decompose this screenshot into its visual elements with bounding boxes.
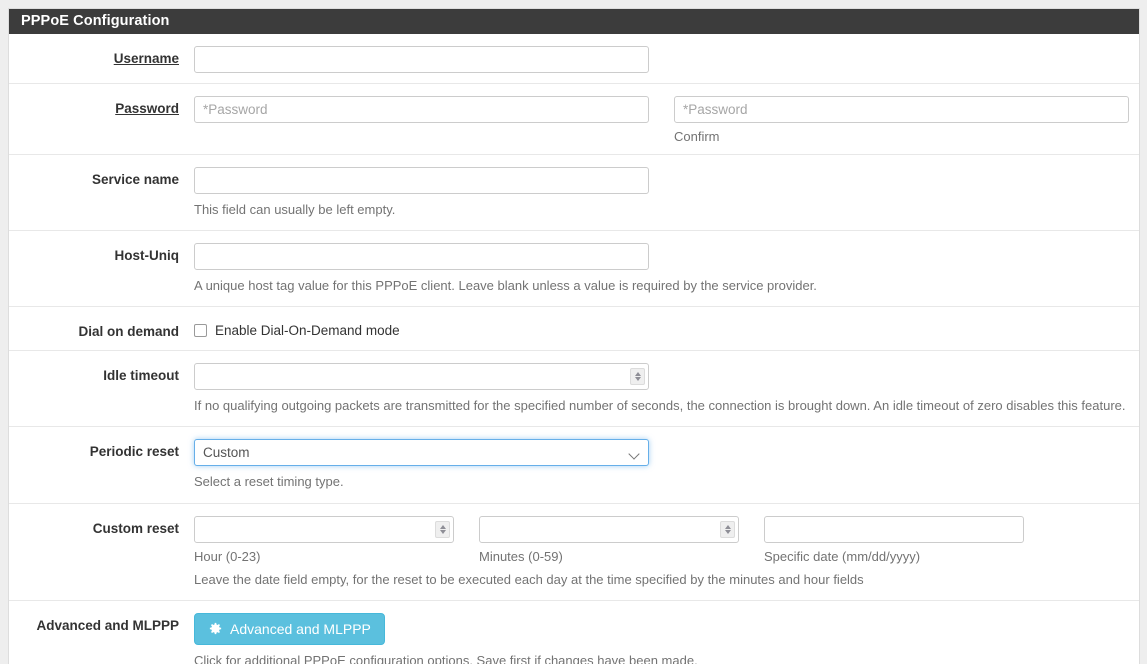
periodic-reset-label: Periodic reset <box>9 439 194 459</box>
form-row-password: Password Confirm <box>9 84 1139 155</box>
page-root: PPPoE Configuration Username Password <box>0 0 1147 664</box>
advanced-mlppp-label: Advanced and MLPPP <box>9 613 194 633</box>
username-label-cell: Username <box>9 46 194 66</box>
custom-reset-date-input[interactable] <box>764 516 1024 543</box>
periodic-reset-select-wrap: Custom <box>194 439 649 466</box>
username-label: Username <box>114 51 179 66</box>
custom-reset-field-cell: Hour (0-23) Minutes (0-59) <box>194 516 1139 590</box>
periodic-reset-select[interactable]: Custom <box>194 439 649 466</box>
form-row-idle-timeout: Idle timeout If no qualifying outgoing p… <box>9 351 1139 427</box>
dial-on-demand-checkbox-row[interactable]: Enable Dial-On-Demand mode <box>194 319 1129 338</box>
form-row-custom-reset: Custom reset Hour (0-23) <box>9 504 1139 601</box>
panel-title: PPPoE Configuration <box>9 9 1139 34</box>
advanced-mlppp-help: Click for additional PPPoE configuration… <box>194 651 1129 664</box>
custom-reset-hour-col: Hour (0-23) <box>194 516 454 564</box>
service-name-help: This field can usually be left empty. <box>194 200 1129 220</box>
password-input[interactable] <box>194 96 649 123</box>
custom-reset-minutes-stepper[interactable] <box>720 521 735 538</box>
idle-timeout-label: Idle timeout <box>9 363 194 383</box>
panel-body: Username Password <box>9 34 1139 664</box>
host-uniq-field-cell: A unique host tag value for this PPPoE c… <box>194 243 1139 296</box>
form-row-advanced-mlppp: Advanced and MLPPP Advanced and MLPPP Cl… <box>9 601 1139 664</box>
password-label-cell: Password <box>9 96 194 116</box>
password-confirm-label: Confirm <box>674 129 1129 144</box>
dial-on-demand-field-cell: Enable Dial-On-Demand mode <box>194 319 1139 338</box>
form-row-username: Username <box>9 34 1139 84</box>
advanced-mlppp-button[interactable]: Advanced and MLPPP <box>194 613 385 645</box>
pppoe-configuration-panel: PPPoE Configuration Username Password <box>8 8 1140 664</box>
idle-timeout-input[interactable] <box>194 363 649 390</box>
idle-timeout-help: If no qualifying outgoing packets are tr… <box>194 396 1129 416</box>
custom-reset-minutes-sublabel: Minutes (0-59) <box>479 549 739 564</box>
stepper-down-icon[interactable] <box>440 530 446 534</box>
stepper-down-icon[interactable] <box>635 377 641 381</box>
idle-timeout-stepper[interactable] <box>630 368 645 385</box>
username-field-cell <box>194 46 1139 73</box>
custom-reset-hour-sublabel: Hour (0-23) <box>194 549 454 564</box>
password-confirm-col: Confirm <box>674 96 1129 144</box>
gear-icon <box>208 621 223 636</box>
host-uniq-help: A unique host tag value for this PPPoE c… <box>194 276 1129 296</box>
custom-reset-label: Custom reset <box>9 516 194 536</box>
stepper-up-icon[interactable] <box>440 525 446 529</box>
form-row-periodic-reset: Periodic reset Custom Select a reset tim… <box>9 427 1139 503</box>
custom-reset-minutes-input[interactable] <box>479 516 739 543</box>
advanced-mlppp-button-label: Advanced and MLPPP <box>230 621 371 637</box>
dial-on-demand-label: Dial on demand <box>9 319 194 339</box>
username-input[interactable] <box>194 46 649 73</box>
idle-timeout-field-cell: If no qualifying outgoing packets are tr… <box>194 363 1139 416</box>
form-row-host-uniq: Host-Uniq A unique host tag value for th… <box>9 231 1139 307</box>
custom-reset-hour-wrap <box>194 516 454 543</box>
service-name-input[interactable] <box>194 167 649 194</box>
password-label: Password <box>115 101 179 116</box>
custom-reset-date-sublabel: Specific date (mm/dd/yyyy) <box>764 549 1024 564</box>
custom-reset-hour-input[interactable] <box>194 516 454 543</box>
host-uniq-label: Host-Uniq <box>9 243 194 263</box>
custom-reset-help: Leave the date field empty, for the rese… <box>194 570 1129 590</box>
stepper-up-icon[interactable] <box>725 525 731 529</box>
service-name-label: Service name <box>9 167 194 187</box>
host-uniq-input[interactable] <box>194 243 649 270</box>
stepper-up-icon[interactable] <box>635 372 641 376</box>
password-field-cell: Confirm <box>194 96 1139 144</box>
idle-timeout-number-wrap <box>194 363 649 390</box>
password-confirm-input[interactable] <box>674 96 1129 123</box>
custom-reset-minutes-col: Minutes (0-59) <box>479 516 739 564</box>
custom-reset-minutes-wrap <box>479 516 739 543</box>
stepper-down-icon[interactable] <box>725 530 731 534</box>
advanced-mlppp-field-cell: Advanced and MLPPP Click for additional … <box>194 613 1139 664</box>
dial-on-demand-checkbox-label: Enable Dial-On-Demand mode <box>215 323 400 338</box>
dial-on-demand-checkbox[interactable] <box>194 324 207 337</box>
form-row-dial-on-demand: Dial on demand Enable Dial-On-Demand mod… <box>9 307 1139 351</box>
custom-reset-date-col: Specific date (mm/dd/yyyy) <box>764 516 1024 564</box>
periodic-reset-help: Select a reset timing type. <box>194 472 1129 492</box>
service-name-field-cell: This field can usually be left empty. <box>194 167 1139 220</box>
custom-reset-hour-stepper[interactable] <box>435 521 450 538</box>
periodic-reset-field-cell: Custom Select a reset timing type. <box>194 439 1139 492</box>
form-row-service-name: Service name This field can usually be l… <box>9 155 1139 231</box>
password-primary-col <box>194 96 649 123</box>
